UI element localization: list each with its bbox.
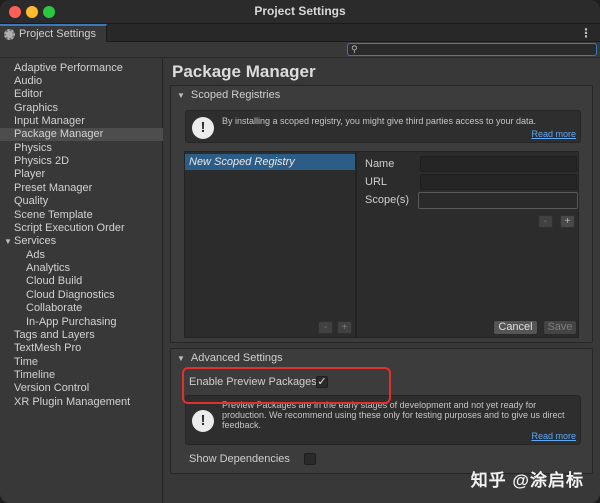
sidebar-item-textmesh-pro[interactable]: TextMesh Pro <box>0 342 163 355</box>
toolbar: ⚲ <box>0 42 600 58</box>
project-settings-window: Project Settings Project Settings ⋮ ⚲ Ad… <box>0 0 600 503</box>
save-button[interactable]: Save <box>543 320 577 335</box>
section-title: Advanced Settings <box>191 352 283 364</box>
sidebar-item-scene-template[interactable]: Scene Template <box>0 209 163 222</box>
list-item-new-scoped-registry[interactable]: New Scoped Registry <box>185 154 355 170</box>
name-label: Name <box>365 158 394 170</box>
cancel-button[interactable]: Cancel <box>493 320 538 335</box>
sidebar-item-timeline[interactable]: Timeline <box>0 369 163 382</box>
expand-arrow-icon[interactable]: ▼ <box>4 235 12 248</box>
collapse-caret-icon: ▼ <box>177 354 185 363</box>
tab-bar: Project Settings ⋮ <box>0 24 600 42</box>
page-title: Package Manager <box>172 62 316 82</box>
sidebar-item-in-app-purchasing[interactable]: In-App Purchasing <box>0 316 163 329</box>
watermark: 知乎 @涂启标 <box>471 466 584 491</box>
sidebar-item-player[interactable]: Player <box>0 168 163 181</box>
scopes-field[interactable] <box>418 192 578 209</box>
sidebar-item-graphics[interactable]: Graphics <box>0 102 163 115</box>
sidebar-item-editor[interactable]: Editor <box>0 88 163 101</box>
show-dependencies-label: Show Dependencies <box>189 453 290 465</box>
sidebar-item-ads[interactable]: Ads <box>0 249 163 262</box>
sidebar-item-time[interactable]: Time <box>0 356 163 369</box>
tab-project-settings[interactable]: Project Settings <box>0 24 107 42</box>
sidebar-item-input-manager[interactable]: Input Manager <box>0 115 163 128</box>
url-label: URL <box>365 176 387 188</box>
sidebar-item-preset-manager[interactable]: Preset Manager <box>0 182 163 195</box>
settings-sidebar: Adaptive Performance Audio Editor Graphi… <box>0 59 163 503</box>
sidebar-item-label: Services <box>14 235 56 247</box>
search-icon: ⚲ <box>351 44 358 55</box>
info-icon: ! <box>192 410 214 432</box>
show-dependencies-checkbox[interactable] <box>304 453 316 465</box>
read-more-link[interactable]: Read more <box>531 129 576 139</box>
window-title: Project Settings <box>0 4 600 18</box>
title-bar: Project Settings <box>0 0 600 24</box>
info-text: By installing a scoped registry, you mig… <box>222 116 572 126</box>
sidebar-item-version-control[interactable]: Version Control <box>0 382 163 395</box>
sidebar-item-xr-plugin-management[interactable]: XR Plugin Management <box>0 396 163 409</box>
preview-warning-text: Preview Packages are in the early stages… <box>222 400 572 430</box>
scopes-label: Scope(s) <box>365 194 409 206</box>
registry-details: Name URL Scope(s) - + Cancel Save <box>356 151 579 338</box>
section-title: Scoped Registries <box>191 89 280 101</box>
name-field[interactable] <box>420 156 577 172</box>
sidebar-item-analytics[interactable]: Analytics <box>0 262 163 275</box>
collapse-caret-icon: ▼ <box>177 91 185 100</box>
sidebar-item-physics[interactable]: Physics <box>0 142 163 155</box>
kebab-menu-icon[interactable]: ⋮ <box>580 26 592 40</box>
sidebar-item-script-execution-order[interactable]: Script Execution Order <box>0 222 163 235</box>
scoped-registries-header[interactable]: ▼ Scoped Registries <box>171 86 592 104</box>
sidebar-item-cloud-build[interactable]: Cloud Build <box>0 275 163 288</box>
url-field[interactable] <box>420 174 577 190</box>
gear-icon <box>4 29 15 40</box>
sidebar-item-cloud-diagnostics[interactable]: Cloud Diagnostics <box>0 289 163 302</box>
tab-label: Project Settings <box>19 28 96 40</box>
sidebar-item-package-manager[interactable]: Package Manager <box>0 128 163 141</box>
sidebar-item-adaptive-performance[interactable]: Adaptive Performance <box>0 62 163 75</box>
settings-content: Package Manager ▼ Scoped Registries ! By… <box>164 59 600 503</box>
add-scope-button[interactable]: + <box>560 215 575 228</box>
search-input[interactable]: ⚲ <box>347 43 597 56</box>
remove-registry-button[interactable]: - <box>318 321 333 334</box>
sidebar-item-services[interactable]: ▼ Services <box>0 235 163 248</box>
sidebar-item-tags-and-layers[interactable]: Tags and Layers <box>0 329 163 342</box>
sidebar-item-audio[interactable]: Audio <box>0 75 163 88</box>
read-more-link[interactable]: Read more <box>531 431 576 441</box>
sidebar-item-collaborate[interactable]: Collaborate <box>0 302 163 315</box>
registry-list: New Scoped Registry - + <box>184 151 356 338</box>
remove-scope-button[interactable]: - <box>538 215 553 228</box>
advanced-settings-header[interactable]: ▼ Advanced Settings <box>171 349 592 367</box>
add-registry-button[interactable]: + <box>337 321 352 334</box>
sidebar-item-quality[interactable]: Quality <box>0 195 163 208</box>
annotation-highlight <box>182 367 391 404</box>
sidebar-item-physics-2d[interactable]: Physics 2D <box>0 155 163 168</box>
info-icon: ! <box>192 117 214 139</box>
scoped-registry-info-box: ! By installing a scoped registry, you m… <box>185 110 581 143</box>
